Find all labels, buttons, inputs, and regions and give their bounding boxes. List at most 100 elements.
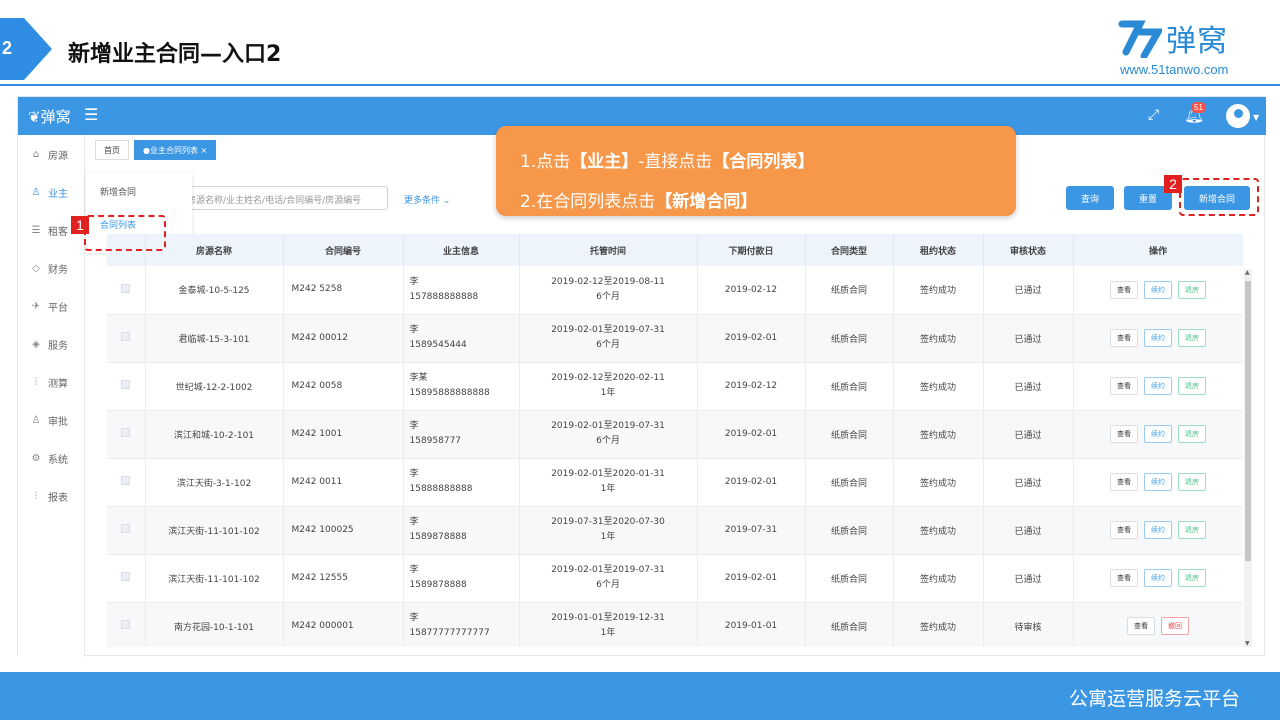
row-checkbox-cell (107, 458, 146, 507)
scroll-down-icon[interactable]: ▼ (1245, 640, 1250, 647)
custody-period: 2019-02-01至2020-01-31 (551, 469, 665, 479)
next-payment-cell: 2019-07-31 (697, 506, 806, 555)
renew-button[interactable]: 续约 (1144, 521, 1172, 539)
lease-status-cell: 签约成功 (893, 458, 984, 507)
owner-info-cell: 李 1589545444 (403, 314, 520, 363)
refund-button[interactable]: 退房 (1178, 521, 1206, 539)
sidebar-item-label: 房源 (48, 150, 68, 162)
scrollbar-thumb[interactable] (1245, 281, 1251, 561)
renew-button[interactable]: 续约 (1144, 280, 1172, 299)
renew-button[interactable]: 续约 (1144, 377, 1172, 395)
chevron-down-icon[interactable]: ▼ (1253, 113, 1259, 122)
sidebar-item[interactable]: ⫶ 测算 (18, 363, 84, 401)
column-header: 租约状态 (893, 234, 984, 266)
footer-bar: 公寓运营服务云平台 (0, 672, 1280, 720)
next-payment-cell: 2019-01-01 (697, 602, 806, 647)
custody-period-cell: 2019-02-01至2019-07-31 6个月 (519, 410, 698, 459)
lease-status-cell: 签约成功 (893, 314, 984, 363)
fullscreen-icon[interactable]: ⤢ (1148, 107, 1159, 123)
renew-button[interactable]: 续约 (1144, 425, 1172, 443)
app-logo[interactable]: ❦弹窝 (28, 106, 71, 127)
slide-number: 2 (2, 38, 13, 58)
audit-status-cell: 已通过 (983, 506, 1074, 555)
sidebar-item[interactable]: ♙ 审批 (18, 401, 84, 439)
tab-label: ●业主合同列表 (143, 146, 198, 155)
view-button[interactable]: 查看 (1110, 569, 1138, 587)
row-checkbox[interactable] (121, 572, 131, 581)
app-logo-icon: ❦ (28, 108, 41, 126)
view-button[interactable]: 查看 (1127, 617, 1155, 635)
sidebar-item-label: 平台 (48, 302, 68, 314)
lease-status-cell: 签约成功 (893, 362, 984, 411)
row-checkbox[interactable] (121, 428, 131, 437)
instruction-line-2: 2.在合同列表点击【新增合同】 (520, 182, 992, 222)
query-button[interactable]: 查询 (1066, 186, 1114, 210)
sidebar-item[interactable]: ♙ 业主 (18, 173, 84, 211)
row-checkbox[interactable] (121, 620, 131, 629)
chevron-down-icon: ⌄ (442, 196, 451, 206)
table-row: 滨江天街-3-1-102 M242 0011 李 15888888888 2019-02… (107, 458, 1243, 507)
sliders-icon: ⫶ (34, 490, 38, 502)
search-input[interactable]: 房源名称/业主姓名/电话/合同编号/房源编号 (178, 186, 388, 210)
renew-button[interactable]: 续约 (1144, 569, 1172, 587)
tab-owner-contract-list[interactable]: ●业主合同列表 × (134, 140, 217, 160)
refund-button[interactable]: 退房 (1178, 473, 1206, 491)
contract-table: 房源名称 合同编号 业主信息 托管时间 下期付款日 合同类型 租约状态 审核状态 操作 金泰城-… (107, 234, 1243, 647)
close-icon[interactable]: × (201, 146, 208, 155)
view-button[interactable]: 查看 (1110, 521, 1138, 539)
instruction-bold-contract-list: 【合同列表】 (712, 152, 815, 172)
audit-status-cell: 已通过 (983, 362, 1074, 411)
renew-button[interactable]: 续约 (1144, 329, 1172, 347)
refund-button[interactable]: 退房 (1178, 280, 1206, 299)
scroll-up-icon[interactable]: ▲ (1245, 269, 1250, 276)
sidebar-item[interactable]: ◇ 财务 (18, 249, 84, 287)
tab-home[interactable]: 首页 (95, 140, 129, 160)
slide-number-badge: 2 (0, 18, 52, 80)
menu-toggle-icon[interactable]: ☰ (84, 105, 98, 124)
view-button[interactable]: 查看 (1110, 329, 1138, 347)
contract-type-cell: 纸质合同 (805, 506, 894, 555)
sidebar-item[interactable]: ⚙ 系统 (18, 439, 84, 477)
table-row: 滨江天街-11-101-102 M242 12555 李 1589878888 2019… (107, 554, 1243, 603)
refund-button[interactable]: 退房 (1178, 569, 1206, 587)
view-button[interactable]: 查看 (1110, 473, 1138, 491)
sidebar-item-label: 财务 (48, 264, 68, 276)
row-checkbox[interactable] (121, 283, 131, 293)
table-scrollbar[interactable]: ▲ ▼ (1244, 269, 1252, 647)
table-row: 滨江天街-11-101-102 M242 100025 李 1589878888 201… (107, 506, 1243, 555)
brand-url: www.51tanwo.com (1120, 62, 1229, 77)
row-checkbox[interactable] (121, 380, 131, 389)
submenu-item-new-contract[interactable]: 新增合同 (86, 173, 192, 206)
view-button[interactable]: 查看 (1110, 280, 1138, 299)
refund-button[interactable]: 退房 (1178, 425, 1206, 443)
home-icon: ⌂ (32, 148, 40, 160)
custody-period: 2019-02-01至2019-07-31 (551, 565, 665, 575)
sidebar-item-label: 测算 (48, 378, 68, 390)
refund-button[interactable]: 退房 (1178, 377, 1206, 395)
sliders-icon: ⫶ (34, 376, 38, 388)
sidebar-item[interactable]: ⫶ 报表 (18, 477, 84, 515)
avatar[interactable] (1226, 104, 1250, 128)
refund-button[interactable]: 退房 (1178, 329, 1206, 347)
sidebar-item-label: 服务 (48, 340, 68, 352)
row-checkbox[interactable] (121, 524, 131, 533)
sidebar-item[interactable]: ◈ 服务 (18, 325, 84, 363)
sidebar-item[interactable]: ⌂ 房源 (18, 135, 84, 173)
row-checkbox-cell (107, 362, 146, 411)
custody-duration: 6个月 (596, 340, 620, 350)
column-header: 操作 (1073, 234, 1243, 266)
brand-name: 弹窝 (1166, 24, 1228, 59)
notification-badge: 51 (1191, 102, 1206, 113)
renew-button[interactable]: 续约 (1144, 473, 1172, 491)
view-button[interactable]: 查看 (1110, 377, 1138, 395)
sidebar-item[interactable]: ✈ 平台 (18, 287, 84, 325)
row-checkbox[interactable] (121, 476, 131, 485)
view-button[interactable]: 查看 (1110, 425, 1138, 443)
step-marker-2: 2 (1164, 175, 1182, 193)
withdraw-button[interactable]: 撤回 (1161, 617, 1189, 635)
more-conditions-link[interactable]: 更多条件 ⌄ (404, 193, 450, 206)
database-icon: ☰ (31, 224, 41, 236)
instruction-text: 1.点击 (520, 152, 571, 172)
row-checkbox[interactable] (121, 332, 131, 341)
audit-status-cell: 已通过 (983, 458, 1074, 507)
